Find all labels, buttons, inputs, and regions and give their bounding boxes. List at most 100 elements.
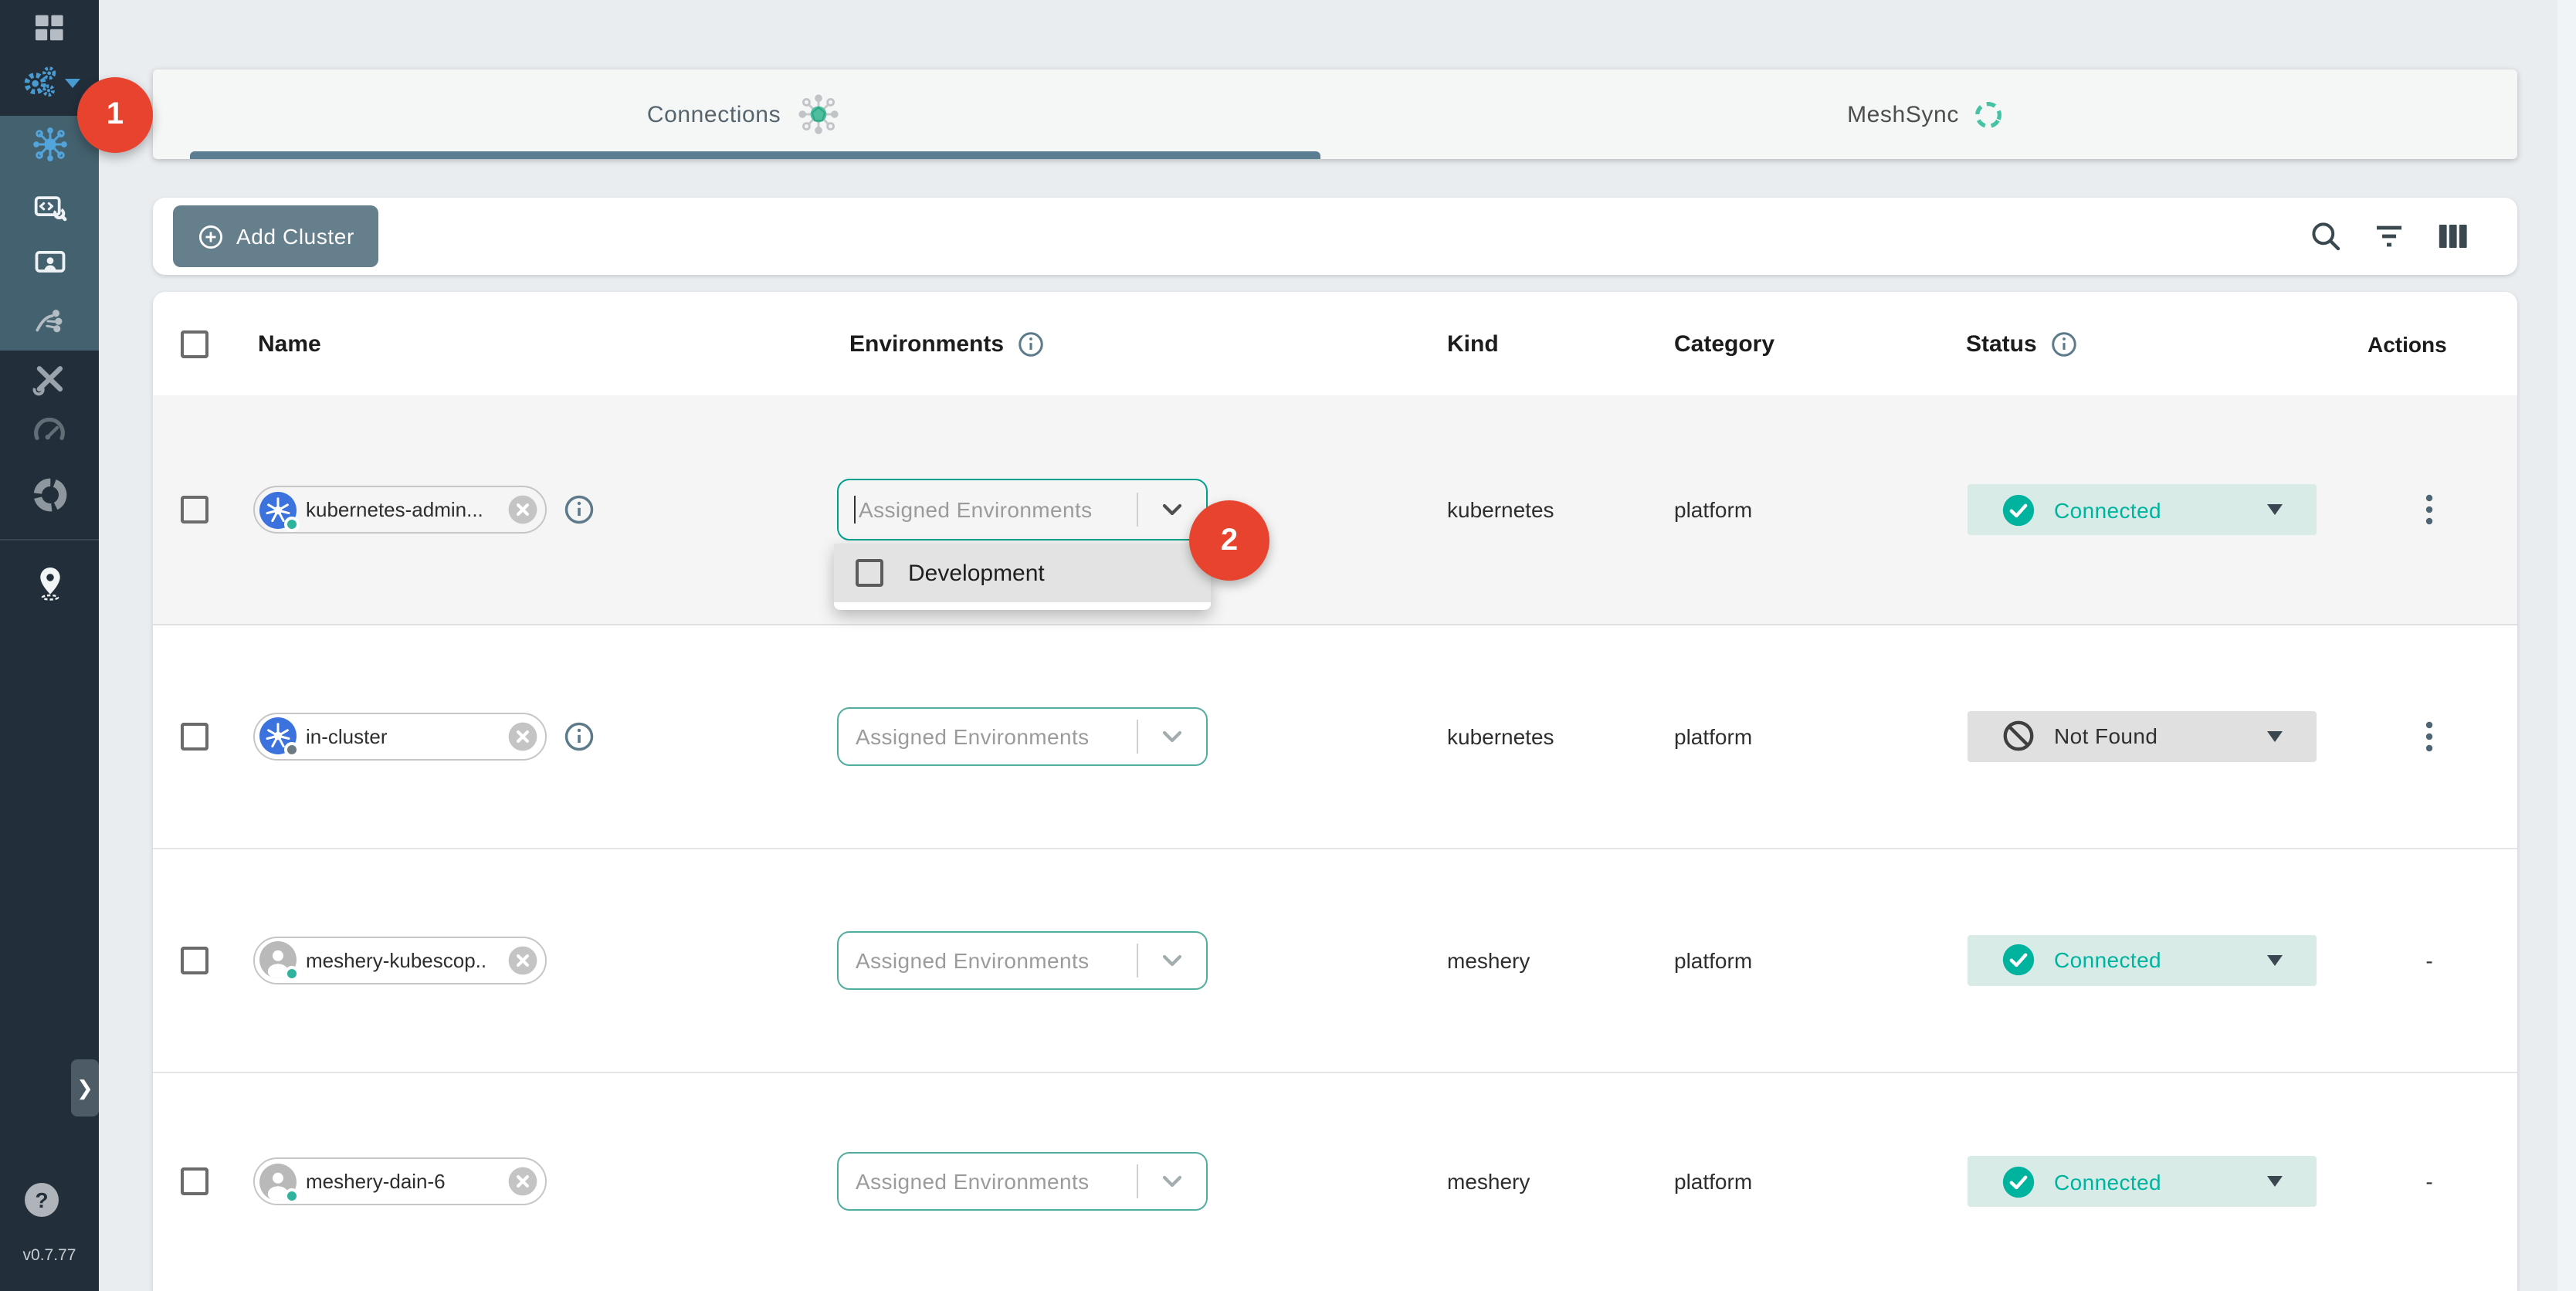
connection-name-chip[interactable]: meshery-dain-6	[253, 1157, 547, 1205]
sidebar-item-configuration[interactable]	[0, 295, 99, 347]
info-icon[interactable]	[562, 493, 596, 527]
connection-name-chip[interactable]: meshery-kubescop...	[253, 936, 547, 984]
donut-logo-icon	[29, 473, 70, 515]
sidebar-item-toolbox[interactable]	[0, 352, 99, 405]
environments-placeholder: Assigned Environments	[856, 723, 1090, 748]
status-select[interactable]: Not Found	[1968, 710, 2317, 761]
row-checkbox[interactable]	[181, 722, 208, 750]
select-divider	[1137, 943, 1138, 977]
sidebar-item-adapters[interactable]	[0, 181, 99, 233]
kind-cell: meshery	[1447, 1169, 1530, 1194]
row-checkbox[interactable]	[181, 1167, 208, 1195]
sidebar-item-designs[interactable]	[0, 236, 99, 289]
header-name[interactable]: Name	[258, 330, 321, 357]
header-kind[interactable]: Kind	[1447, 330, 1499, 357]
actions-empty: -	[2417, 1169, 2442, 1194]
table-row: meshery-dain-6 Assigned Environments mes…	[153, 1072, 2517, 1291]
table-row: meshery-kubescop... Assigned Environment…	[153, 848, 2517, 1073]
status-select[interactable]: Connected	[1968, 934, 2317, 985]
check-circle-icon	[2001, 1164, 2035, 1198]
category-cell: platform	[1674, 947, 1752, 972]
caret-down-icon	[2267, 504, 2283, 515]
kind-cell: kubernetes	[1447, 723, 1554, 748]
table-row: in-cluster Assigned Environments	[153, 624, 2517, 849]
user-avatar-icon	[259, 1163, 297, 1200]
environments-dropdown-menu: Development	[834, 544, 1211, 610]
add-cluster-button[interactable]: Add Cluster	[173, 205, 379, 267]
kubernetes-icon	[259, 717, 297, 754]
sidebar-item-dashboard[interactable]	[0, 2, 99, 54]
connection-status-dot	[284, 516, 300, 531]
info-icon[interactable]	[2049, 329, 2079, 358]
active-tab-indicator	[190, 151, 1320, 159]
tab-connections[interactable]: Connections	[153, 69, 1335, 159]
row-checkbox[interactable]	[181, 496, 208, 524]
row-actions-menu-button[interactable]	[2417, 717, 2442, 754]
info-icon[interactable]	[1016, 329, 1046, 358]
remove-connection-icon[interactable]	[507, 944, 539, 976]
menu-item-development[interactable]: Development	[834, 544, 1211, 602]
header-environments[interactable]: Environments	[849, 329, 1046, 358]
header-status[interactable]: Status	[1966, 329, 2079, 358]
row-actions-menu-button[interactable]	[2417, 491, 2442, 528]
connection-name-chip[interactable]: in-cluster	[253, 712, 547, 760]
mesh-sphere-icon	[795, 91, 841, 137]
sidebar-item-extensions[interactable]	[0, 468, 99, 520]
annotation-number: 1	[107, 97, 124, 133]
connection-name-chip[interactable]: kubernetes-admin...	[253, 486, 547, 534]
header-actions: Actions	[2368, 331, 2447, 356]
sync-ring-icon	[1973, 98, 2005, 130]
text-cursor	[854, 496, 856, 524]
environments-select[interactable]: Assigned Environments	[837, 1152, 1208, 1211]
environments-select[interactable]: Assigned Environments	[837, 930, 1208, 989]
header-category[interactable]: Category	[1674, 330, 1774, 357]
select-divider	[1137, 1164, 1138, 1198]
status-select[interactable]: Connected	[1968, 484, 2317, 535]
chevron-down-icon[interactable]	[1154, 491, 1191, 528]
row-checkbox[interactable]	[181, 946, 208, 974]
status-label: Connected	[2054, 1169, 2161, 1194]
gears-icon	[19, 62, 59, 102]
select-divider	[1137, 493, 1138, 527]
tab-meshsync[interactable]: MeshSync	[1335, 69, 2517, 159]
filter-button[interactable]	[2371, 218, 2408, 255]
sidebar-expand-button[interactable]: ❯	[71, 1059, 99, 1116]
add-cluster-label: Add Cluster	[236, 224, 354, 249]
sidebar-item-location[interactable]	[0, 556, 99, 608]
caret-down-icon	[2267, 1176, 2283, 1187]
status-label: Connected	[2054, 497, 2161, 522]
kind-cell: kubernetes	[1447, 497, 1554, 522]
info-icon[interactable]	[562, 719, 596, 753]
help-button[interactable]: ?	[25, 1183, 59, 1217]
kubernetes-icon	[259, 491, 297, 528]
app-version: v0.7.77	[0, 1246, 99, 1265]
connection-status-dot	[284, 742, 300, 757]
annotation-step-1: 1	[77, 77, 153, 153]
question-mark-icon: ?	[35, 1188, 48, 1212]
scrollbar-track[interactable]	[2557, 0, 2576, 1291]
search-button[interactable]	[2307, 218, 2344, 255]
chevron-down-icon[interactable]	[1154, 717, 1191, 754]
screen-user-icon	[30, 243, 69, 282]
remove-connection-icon[interactable]	[507, 1165, 539, 1198]
check-circle-icon	[2001, 943, 2035, 977]
actions-empty: -	[2417, 947, 2442, 972]
select-all-checkbox[interactable]	[181, 330, 208, 357]
user-avatar-icon	[259, 941, 297, 978]
caret-down-icon	[2267, 730, 2283, 741]
meshery-app: ❯ ? v0.7.77 Connections	[0, 0, 2576, 1291]
remove-connection-icon[interactable]	[507, 720, 539, 752]
view-columns-button[interactable]	[2434, 218, 2471, 255]
environments-select[interactable]: Assigned Environments	[837, 706, 1208, 765]
chevron-down-icon	[65, 79, 80, 88]
chevron-down-icon[interactable]	[1154, 941, 1191, 978]
remove-connection-icon[interactable]	[507, 493, 539, 526]
chevron-down-icon[interactable]	[1154, 1163, 1191, 1200]
kebab-menu-icon	[2425, 717, 2434, 754]
connection-name: kubernetes-admin...	[306, 498, 483, 521]
status-select[interactable]: Connected	[1968, 1156, 2317, 1207]
table-header-row: Name Environments Kind Category Status	[153, 292, 2517, 397]
sidebar-item-performance[interactable]	[0, 406, 99, 459]
environment-checkbox[interactable]	[856, 559, 883, 587]
environments-select[interactable]: Assigned Environments	[837, 479, 1208, 540]
